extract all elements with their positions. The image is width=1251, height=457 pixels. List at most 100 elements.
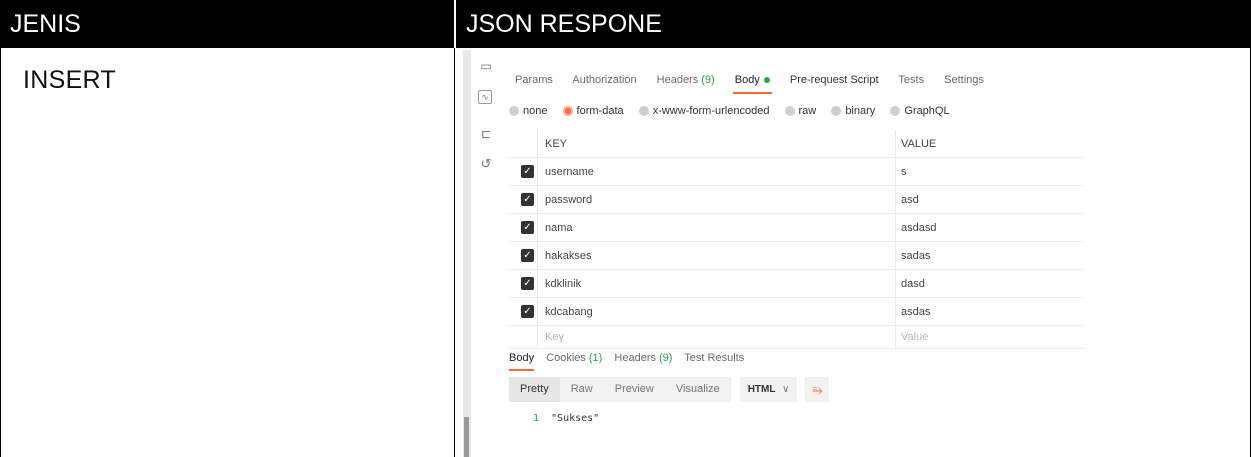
radio-circle	[784, 106, 795, 116]
key-cell[interactable]: nama	[545, 222, 573, 234]
value-input-placeholder[interactable]: Value	[901, 331, 928, 343]
column-divider	[895, 158, 896, 185]
body-mode-radio-group: none form-data x-www-form-urlencoded raw…	[509, 105, 962, 119]
table-row[interactable]: ✓ hakakses sadas	[509, 242, 1085, 270]
tab-headers-count: (9)	[701, 74, 715, 86]
column-divider	[537, 158, 538, 185]
radio-circle	[890, 106, 901, 116]
table-row[interactable]: ✓ username s	[509, 158, 1085, 186]
checkbox-checked-icon[interactable]: ✓	[521, 193, 534, 206]
tab-tests[interactable]: Tests	[898, 74, 924, 86]
key-input-placeholder[interactable]: Key	[545, 331, 564, 343]
response-tab-test-results[interactable]: Test Results	[684, 352, 744, 364]
value-cell[interactable]: s	[901, 166, 907, 178]
response-tab-body[interactable]: Body	[509, 352, 534, 364]
response-tabs: Body Cookies (1) Headers (9) Test Results	[509, 352, 753, 364]
checkbox-checked-icon[interactable]: ✓	[521, 305, 534, 318]
response-tab-cookies-label: Cookies	[546, 352, 586, 364]
response-tab-headers-label: Headers	[614, 352, 656, 364]
radio-label: GraphQL	[904, 105, 950, 117]
radio-circle	[638, 106, 649, 116]
response-tab-headers-count: (9)	[658, 352, 673, 364]
form-data-table: KEY VALUE ✓ username s ✓ password asd ✓	[509, 130, 1085, 349]
response-tab-headers[interactable]: Headers (9)	[614, 352, 672, 364]
postman-screenshot: ▭ ∿ ⊏ ↺ Params Authorization Headers (9) …	[463, 50, 1103, 457]
radio-label: x-www-form-urlencoded	[652, 105, 770, 117]
window-icon[interactable]: ▭	[478, 58, 494, 74]
view-visualize-button[interactable]: Visualize	[664, 377, 731, 402]
value-column-header: VALUE	[901, 138, 937, 150]
flow-icon[interactable]: ⊏	[478, 126, 494, 142]
checkbox-checked-icon[interactable]: ✓	[521, 277, 534, 290]
column-divider	[537, 242, 538, 269]
key-column-header: KEY	[545, 138, 568, 150]
activity-icon[interactable]: ∿	[478, 90, 492, 104]
column-header-json-response: JSON RESPONE	[456, 0, 1251, 48]
tab-headers[interactable]: Headers (9)	[657, 74, 715, 86]
value-cell[interactable]: sadas	[901, 250, 930, 262]
column-divider	[895, 242, 896, 269]
radio-binary[interactable]: binary	[831, 105, 875, 117]
tab-headers-label: Headers	[656, 74, 699, 86]
table-row-new[interactable]: Key Value	[509, 326, 1085, 349]
table-row[interactable]: ✓ kdklinik dasd	[509, 270, 1085, 298]
table-border-left	[0, 48, 1, 457]
tab-body-label: Body	[734, 74, 760, 86]
scrollbar-thumb[interactable]	[464, 417, 469, 457]
chevron-down-icon: ∨	[782, 384, 790, 395]
key-cell[interactable]: kdcabang	[545, 306, 593, 318]
code-line: "Sukses"	[551, 413, 600, 424]
column-divider	[537, 186, 538, 213]
radio-raw[interactable]: raw	[784, 105, 817, 117]
column-divider	[895, 186, 896, 213]
key-cell[interactable]: kdklinik	[545, 278, 581, 290]
radio-none[interactable]: none	[509, 105, 547, 117]
checkbox-checked-icon[interactable]: ✓	[521, 165, 534, 178]
tab-pre-request-script[interactable]: Pre-request Script	[790, 74, 879, 86]
tab-params[interactable]: Params	[515, 74, 553, 86]
format-select[interactable]: HTML ∨	[739, 377, 798, 402]
radio-form-data[interactable]: form-data	[562, 105, 624, 117]
history-icon[interactable]: ↺	[478, 156, 494, 172]
view-raw-button[interactable]: Raw	[559, 377, 604, 402]
radio-circle-selected	[562, 106, 573, 116]
value-cell[interactable]: asdasd	[901, 222, 936, 234]
document-table: JENIS JSON RESPONE INSERT ▭ ∿ ⊏ ↺ Params…	[0, 0, 1251, 457]
tab-body[interactable]: Body	[735, 74, 770, 86]
radio-label: raw	[798, 105, 817, 117]
tab-settings[interactable]: Settings	[944, 74, 984, 86]
table-header-row: KEY VALUE	[509, 130, 1085, 158]
checkbox-checked-icon[interactable]: ✓	[521, 249, 534, 262]
table-column-divider	[454, 48, 455, 457]
value-cell[interactable]: asdas	[901, 306, 930, 318]
column-divider	[537, 270, 538, 297]
table-row[interactable]: ✓ nama asdasd	[509, 214, 1085, 242]
response-tab-cookies-count: (1)	[588, 352, 603, 364]
wrap-lines-icon[interactable]: ⥱	[805, 377, 830, 402]
radio-x-www-form-urlencoded[interactable]: x-www-form-urlencoded	[638, 105, 770, 117]
table-row[interactable]: ✓ kdcabang asdas	[509, 298, 1085, 326]
view-preview-button[interactable]: Preview	[603, 377, 665, 402]
table-row[interactable]: ✓ password asd	[509, 186, 1085, 214]
column-divider	[895, 270, 896, 297]
response-view-toolbar: Pretty Raw Preview Visualize HTML ∨ ⥱	[509, 377, 830, 402]
response-tab-cookies[interactable]: Cookies (1)	[546, 352, 602, 364]
checkbox-checked-icon[interactable]: ✓	[521, 221, 534, 234]
key-cell[interactable]: username	[545, 166, 594, 178]
key-cell[interactable]: hakakses	[545, 250, 591, 262]
value-cell[interactable]: dasd	[901, 278, 925, 290]
radio-graphql[interactable]: GraphQL	[890, 105, 950, 117]
tab-authorization[interactable]: Authorization	[572, 74, 636, 86]
row-label-insert: INSERT	[23, 66, 117, 94]
value-cell[interactable]: asd	[901, 194, 919, 206]
response-body-code: 1 "Sukses"	[533, 413, 599, 424]
view-pretty-button[interactable]: Pretty	[509, 377, 560, 402]
radio-label: binary	[845, 105, 876, 117]
request-tabs: Params Authorization Headers (9) Body Pre…	[515, 74, 1001, 86]
line-number: 1	[533, 413, 540, 424]
left-scrollbar-track[interactable]	[463, 50, 471, 457]
column-divider	[537, 130, 538, 157]
column-divider	[537, 326, 538, 348]
column-divider	[895, 326, 896, 348]
key-cell[interactable]: password	[545, 194, 592, 206]
